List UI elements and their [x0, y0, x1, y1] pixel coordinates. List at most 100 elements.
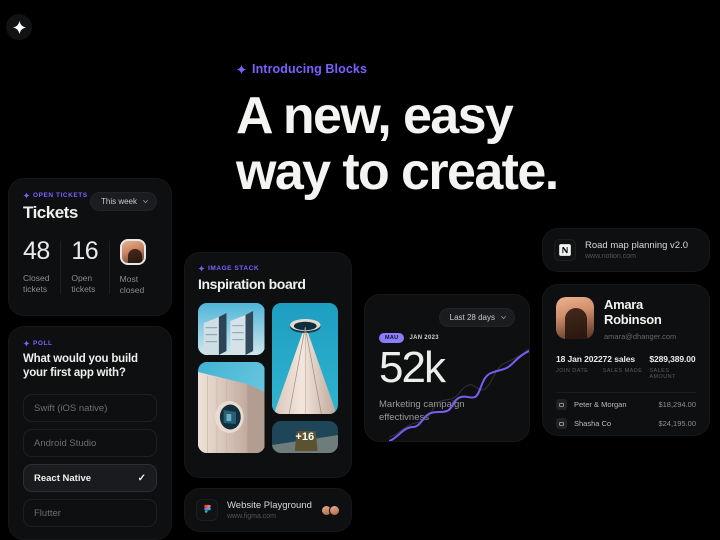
profile-name-line-2: Robinson — [604, 312, 662, 327]
campaign-range-filter[interactable]: Last 28 days — [438, 308, 515, 327]
tickets-header: OPEN TICKETS Tickets This week — [23, 192, 157, 223]
table-row[interactable]: Shasha Co $24,195.00 — [556, 418, 696, 429]
profile-card: Amara Robinson amara@dhanger.com 18 Jan … — [542, 284, 710, 436]
poll-question-line-1: What would you build — [23, 353, 138, 365]
sparkle-icon — [12, 20, 26, 34]
profile-stat-key: SALES MADE — [602, 368, 643, 374]
glass-towers-photo[interactable] — [198, 303, 265, 355]
poll-question-line-2: your first app with? — [23, 367, 126, 379]
notion-link-text: Road map planning v2.0 www.notion.com — [585, 240, 688, 260]
profile-header: Amara Robinson amara@dhanger.com — [556, 297, 696, 341]
transaction-amount: $18,294.00 — [658, 400, 696, 409]
profile-stat-value: 18 Jan 2022 — [556, 354, 603, 364]
sparkle-icon — [236, 63, 247, 75]
tickets-card: OPEN TICKETS Tickets This week 48 Closed… — [8, 178, 172, 316]
hero-section: Introducing Blocks A new, easy way to cr… — [236, 62, 706, 200]
stat-most-closed: Most closed — [108, 239, 157, 296]
profile-identity: Amara Robinson amara@dhanger.com — [604, 297, 676, 341]
poll-options: Swift (iOS native) Android Studio React … — [23, 394, 157, 527]
notion-link-url: www.notion.com — [585, 253, 636, 260]
cone-structure-photo[interactable] — [271, 303, 338, 414]
transaction-amount: $24,195.00 — [658, 419, 696, 428]
profile-stat-value: $289,389.00 — [649, 354, 696, 364]
app-logo[interactable] — [6, 14, 32, 40]
inspiration-board-card: IMAGE STACK Inspiration board +16 — [184, 252, 352, 478]
poll-question: What would you build your first app with… — [23, 352, 157, 380]
sparkle-icon — [23, 192, 30, 199]
sparkle-icon — [23, 340, 30, 347]
card-icon — [556, 399, 567, 410]
chevron-down-icon — [501, 315, 506, 320]
tickets-stats: 48 Closed tickets 16 Open tickets Most clos… — [23, 239, 157, 296]
avatar — [329, 504, 340, 516]
poll-option-android-studio[interactable]: Android Studio — [23, 429, 157, 457]
headline-line-2: way to create. — [236, 143, 559, 201]
profile-stat-sales-amount: $289,389.00 SALES AMOUNT — [649, 354, 696, 380]
profile-stat-join-date: 18 Jan 2022 JOIN DATE — [556, 354, 603, 380]
campaign-sparkline — [389, 349, 529, 441]
stat-label: Closed tickets — [23, 273, 50, 294]
poll-kicker-label: POLL — [33, 340, 53, 347]
stat-value: 16 — [71, 237, 99, 265]
profile-email: amara@dhanger.com — [604, 332, 677, 341]
overflow-photo[interactable]: +16 — [271, 421, 338, 453]
transaction-list: Peter & Morgan $18,294.00 Shasha Co $24,… — [556, 399, 696, 435]
figma-link-text: Website Playground www.figma.com — [227, 500, 312, 520]
mau-badge: MAU — [379, 333, 405, 343]
inspiration-title: Inspiration board — [198, 276, 306, 292]
avatar — [556, 297, 594, 339]
stat-value: 48 — [23, 237, 50, 265]
profile-name-line-1: Amara — [604, 297, 643, 312]
profile-stat-key: SALES AMOUNT — [649, 368, 676, 380]
stat-closed-tickets: 48 Closed tickets — [23, 239, 60, 296]
chevron-down-icon — [143, 199, 148, 204]
inspiration-kicker-label: IMAGE STACK — [208, 265, 260, 272]
poll-option-label: React Native — [34, 472, 92, 484]
tickets-range-label: This week — [100, 197, 137, 206]
poll-option-label: Android Studio — [34, 437, 97, 449]
inspiration-kicker: IMAGE STACK — [198, 265, 338, 272]
figma-collaborators — [321, 504, 340, 516]
notion-icon — [554, 239, 576, 261]
notion-link-title: Road map planning v2.0 — [585, 240, 688, 251]
figma-link-url: www.figma.com — [227, 513, 277, 520]
table-row[interactable]: Peter & Morgan $18,294.00 — [556, 399, 696, 410]
campaign-metric-card: Last 28 days MAU JAN 2023 52k Marketing … — [364, 294, 530, 442]
poll-kicker: POLL — [23, 340, 157, 347]
tickets-kicker-group: OPEN TICKETS Tickets — [23, 192, 88, 223]
figma-icon — [196, 499, 218, 521]
poll-option-react-native[interactable]: React Native ✓ — [23, 464, 157, 492]
porthole-facade-photo[interactable] — [198, 362, 265, 453]
headline-line-1: A new, easy — [236, 87, 514, 145]
stat-label: Most closed — [119, 274, 145, 295]
transaction-name: Shasha Co — [574, 419, 612, 428]
poll-option-flutter[interactable]: Flutter — [23, 499, 157, 527]
figma-link-card[interactable]: Website Playground www.figma.com — [184, 488, 352, 532]
inspiration-grid: +16 — [198, 303, 338, 453]
campaign-header: Last 28 days — [379, 308, 515, 327]
poll-option-label: Swift (iOS native) — [34, 402, 108, 414]
overflow-count: +16 — [295, 431, 315, 443]
tickets-kicker-label: OPEN TICKETS — [33, 192, 88, 199]
transaction-name: Peter & Morgan — [574, 400, 627, 409]
profile-stats: 18 Jan 2022 JOIN DATE 72 sales SALES MAD… — [556, 354, 696, 380]
profile-stat-sales-made: 72 sales SALES MADE — [603, 354, 650, 380]
notion-link-card[interactable]: Road map planning v2.0 www.notion.com — [542, 228, 710, 272]
hero-eyebrow: Introducing Blocks — [236, 62, 706, 76]
tickets-title: Tickets — [23, 203, 78, 222]
poll-option-swift[interactable]: Swift (iOS native) — [23, 394, 157, 422]
profile-stat-key: JOIN DATE — [556, 368, 589, 374]
tickets-range-filter[interactable]: This week — [89, 192, 157, 211]
avatar — [119, 239, 146, 265]
card-icon — [556, 418, 567, 429]
campaign-badges: MAU JAN 2023 — [379, 333, 515, 343]
stat-label: Open tickets — [71, 273, 96, 294]
tickets-kicker: OPEN TICKETS — [23, 192, 88, 199]
figma-link-title: Website Playground — [227, 500, 312, 511]
stat-open-tickets: 16 Open tickets — [60, 239, 108, 296]
campaign-range-label: Last 28 days — [449, 313, 495, 322]
profile-name: Amara Robinson — [604, 297, 676, 327]
poll-card: POLL What would you build your first app… — [8, 326, 172, 540]
profile-stat-value: 72 sales — [602, 354, 635, 364]
hero-eyebrow-label: Introducing Blocks — [252, 62, 368, 76]
